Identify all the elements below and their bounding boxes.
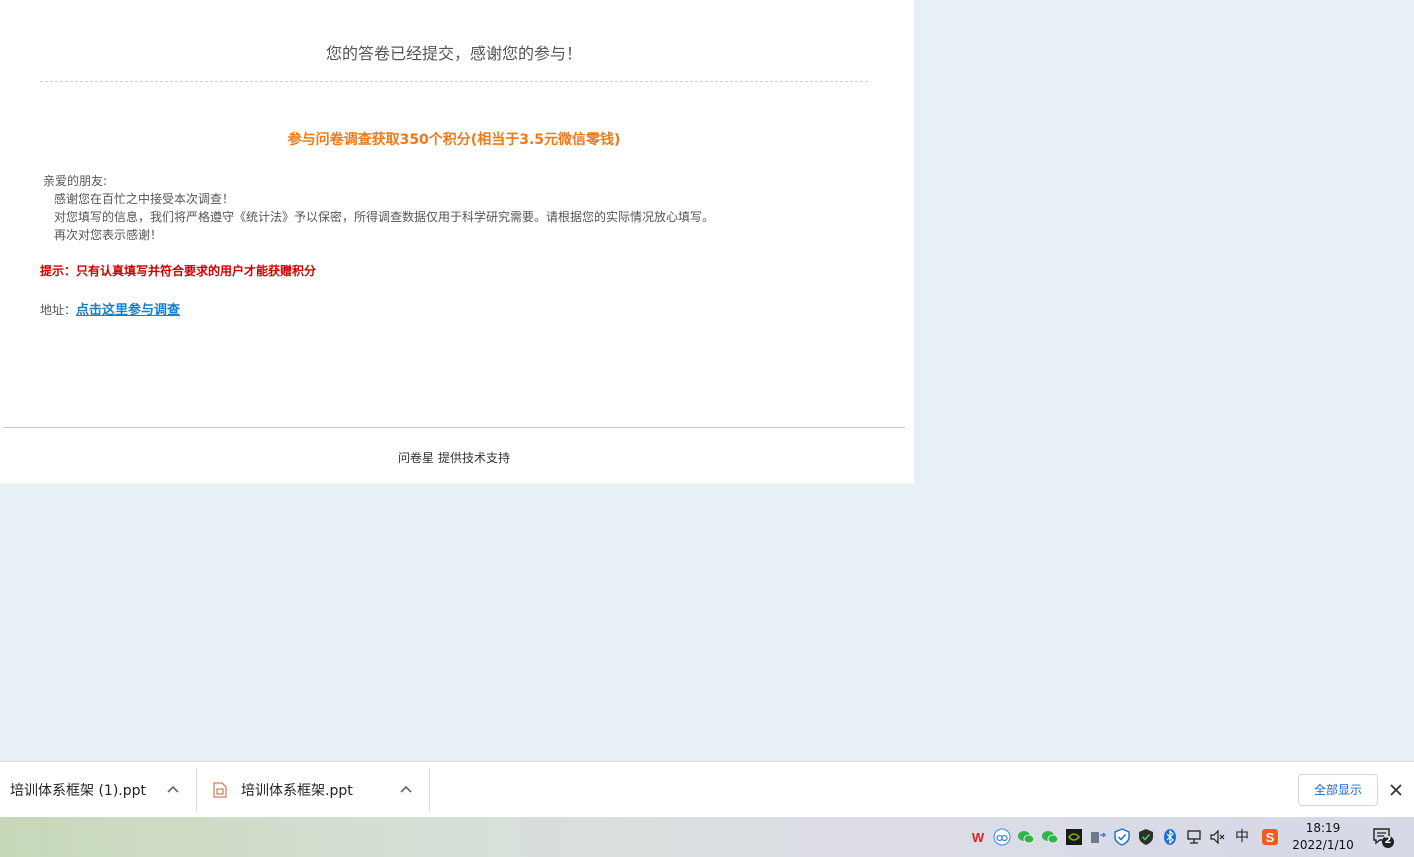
- svg-text:S: S: [1266, 830, 1275, 845]
- hint-text: 提示：只有认真填写并符合要求的用户才能获赠积分: [40, 264, 317, 278]
- show-all-downloads-button[interactable]: 全部显示: [1298, 774, 1378, 806]
- nvidia-icon[interactable]: [1065, 828, 1083, 846]
- notification-center-button[interactable]: 2: [1372, 827, 1396, 849]
- taskbar: W 中 S 18:19 2022/1/10 2: [0, 817, 1414, 857]
- footer-divider: [3, 427, 905, 428]
- ime-indicator[interactable]: 中: [1233, 828, 1251, 846]
- chevron-up-icon[interactable]: [165, 782, 181, 798]
- letter-line-3: 再次对您表示感谢！: [54, 228, 163, 242]
- clock-date: 2022/1/10: [1292, 838, 1354, 852]
- notification-count-badge: 2: [1384, 835, 1392, 846]
- sogou-input-icon[interactable]: S: [1261, 828, 1279, 846]
- letter-greeting: 亲爱的朋友:: [43, 174, 108, 188]
- letter-block: 亲爱的朋友: 感谢您在百忙之中接受本次调查！ 对您填写的信息，我们将严格遵守《统…: [43, 172, 714, 244]
- download-item-1-name: 培训体系框架 (1).ppt: [10, 783, 146, 799]
- system-clock[interactable]: 18:19 2022/1/10: [1290, 820, 1356, 854]
- windows-defender-icon[interactable]: [1137, 828, 1155, 846]
- volume-muted-icon[interactable]: [1209, 828, 1227, 846]
- bluetooth-icon[interactable]: [1161, 828, 1179, 846]
- wechat-icon[interactable]: [1041, 828, 1059, 846]
- footer-text: 提供技术支持: [438, 451, 511, 465]
- letter-line-1: 感谢您在百忙之中接受本次调查！: [54, 192, 235, 206]
- download-bar: 培训体系框架 (1).ppt 培训体系框架.ppt 全部显示: [0, 761, 1414, 818]
- download-item-1[interactable]: 培训体系框架 (1).ppt: [0, 768, 197, 812]
- submission-thanks-message: 您的答卷已经提交，感谢您的参与！: [325, 44, 582, 63]
- close-icon[interactable]: [1388, 782, 1404, 798]
- address-label: 地址：: [40, 303, 77, 317]
- clock-time: 18:19: [1305, 821, 1341, 835]
- download-item-2-name: 培训体系框架.ppt: [241, 783, 353, 799]
- baidu-netdisk-icon[interactable]: [993, 828, 1011, 846]
- ppt-file-icon: [213, 782, 227, 798]
- footer-brand-link[interactable]: 问卷星: [398, 451, 434, 465]
- survey-page: 您的答卷已经提交，感谢您的参与！ 参与问卷调查获取350个积分(相当于3.5元微…: [0, 0, 914, 484]
- points-promo-text: 参与问卷调查获取350个积分(相当于3.5元微信零钱): [287, 132, 621, 148]
- letter-line-2: 对您填写的信息，我们将严格遵守《统计法》予以保密，所得调查数据仅用于科学研究需要…: [54, 210, 715, 224]
- chevron-up-icon[interactable]: [398, 782, 414, 798]
- survey-link[interactable]: 点击这里参与调查: [76, 303, 180, 318]
- download-item-2[interactable]: 培训体系框架.ppt: [197, 768, 430, 812]
- wechat-icon[interactable]: [1017, 828, 1035, 846]
- svg-text:W: W: [972, 830, 985, 845]
- wps-icon[interactable]: W: [969, 828, 987, 846]
- address-row: 地址：点击这里参与调查: [40, 299, 180, 318]
- dashed-divider: [40, 81, 868, 82]
- footer: 问卷星 提供技术支持: [0, 449, 908, 466]
- network-icon[interactable]: [1185, 828, 1203, 846]
- network-transfer-icon[interactable]: [1089, 828, 1107, 846]
- security-shield-icon[interactable]: [1113, 828, 1131, 846]
